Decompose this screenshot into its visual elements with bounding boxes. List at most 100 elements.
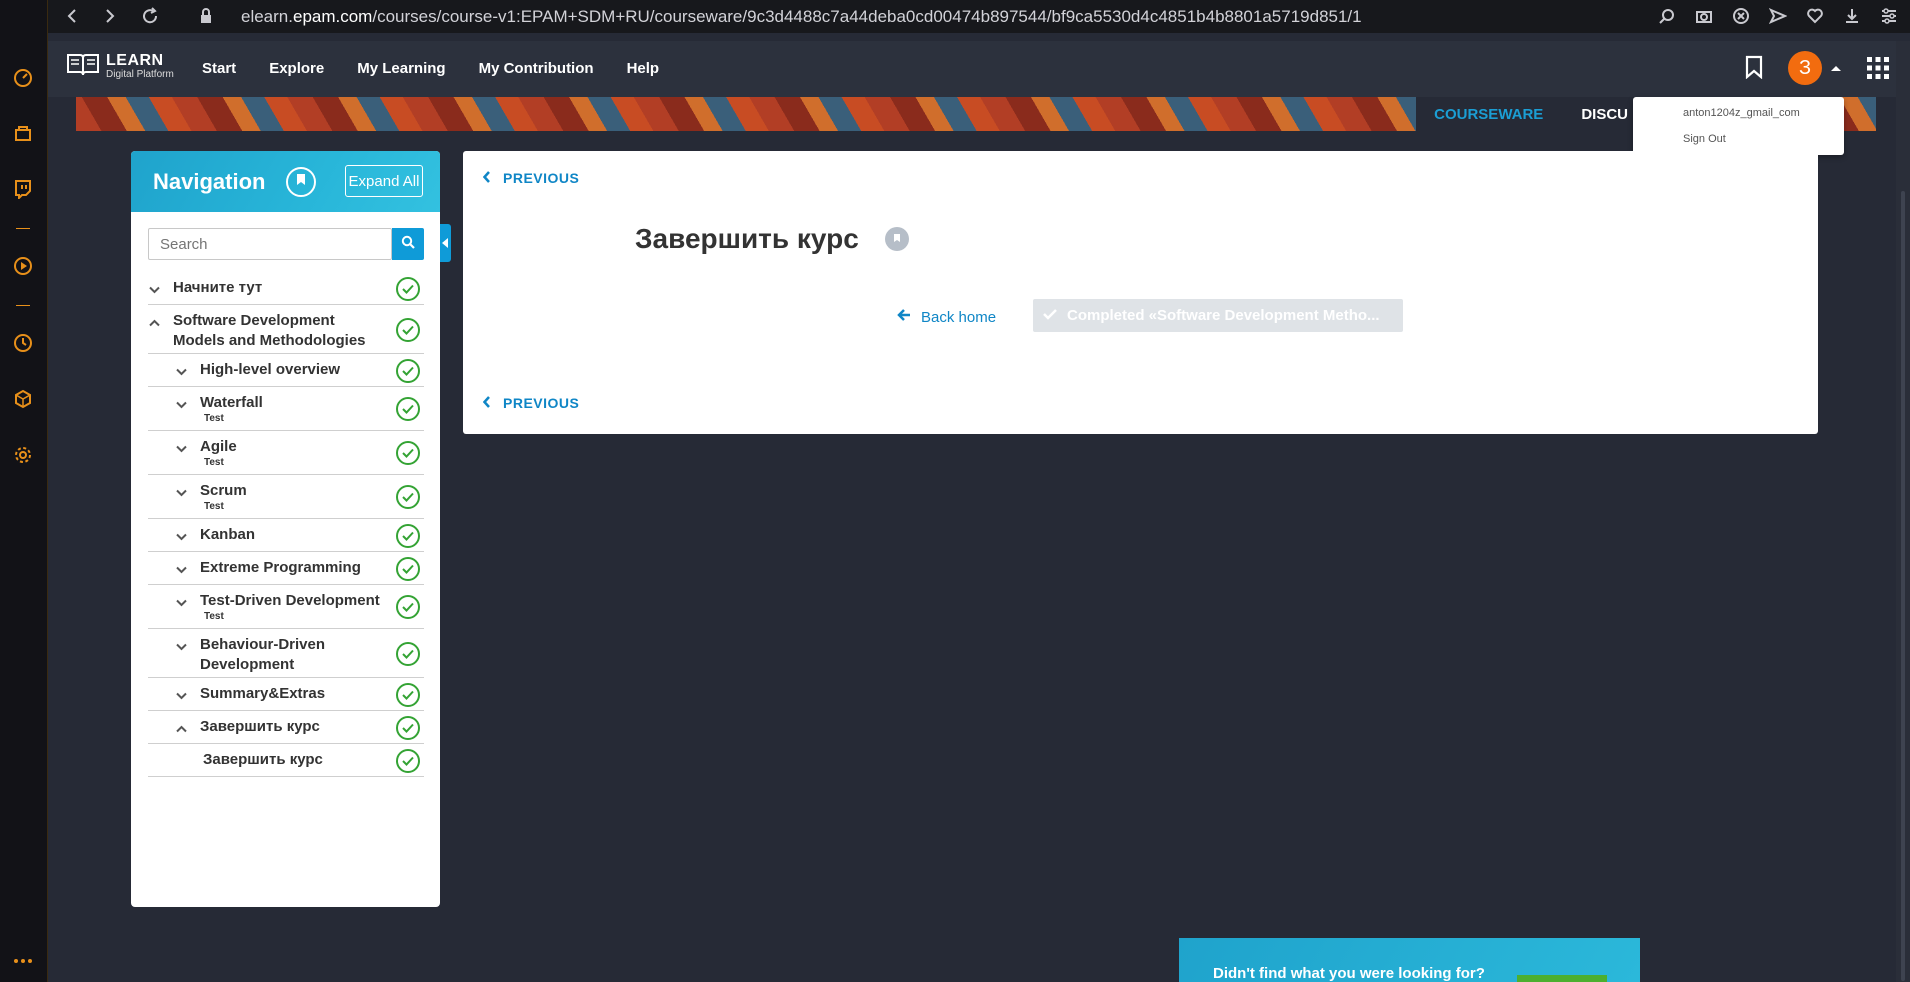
nav-item-label: Behaviour-Driven Development: [200, 636, 326, 673]
arrow-left-icon: [897, 308, 911, 326]
chevron-down-icon[interactable]: [175, 399, 187, 411]
chevron-down-icon[interactable]: [175, 641, 187, 653]
completed-check-icon: [396, 595, 420, 619]
heart-icon[interactable]: [1804, 5, 1826, 27]
logo-title: LEARN: [106, 52, 164, 69]
history-icon[interactable]: [12, 332, 34, 354]
search-icon: [401, 235, 415, 254]
chevron-down-icon[interactable]: [175, 366, 187, 378]
nav-my-learning[interactable]: My Learning: [357, 60, 445, 77]
logo-subtitle: Digital Platform: [106, 69, 174, 80]
url-text[interactable]: elearn.epam.com/courses/course-v1:EPAM+S…: [241, 7, 1362, 27]
address-bar: elearn.epam.com/courses/course-v1:EPAM+S…: [48, 0, 1910, 33]
nav-item[interactable]: Software Development Models and Methodol…: [148, 305, 424, 354]
nav-item[interactable]: Waterfall Test: [148, 387, 424, 431]
nav-item-sublabel: Test: [204, 413, 224, 424]
chevron-up-icon[interactable]: [148, 317, 160, 329]
sign-out-link[interactable]: Sign Out: [1683, 133, 1726, 145]
course-banner: COURSEWARE DISCU: [76, 97, 1876, 131]
twitch-icon[interactable]: [12, 178, 34, 200]
completed-check-icon: [396, 276, 420, 301]
camera-icon[interactable]: [1693, 5, 1715, 27]
nav-item[interactable]: Завершить курс: [148, 711, 424, 744]
download-icon[interactable]: [1841, 5, 1863, 27]
search-button[interactable]: [392, 228, 424, 260]
apps-grid-icon[interactable]: [1866, 56, 1890, 85]
rail-divider: [16, 305, 30, 306]
chevron-down-icon[interactable]: [148, 284, 160, 296]
scrollbar-thumb[interactable]: [1901, 191, 1905, 981]
nav-item-label: Summary&Extras: [200, 685, 326, 702]
easy-setup-icon[interactable]: [1878, 5, 1900, 27]
unit-bookmark-button[interactable]: [885, 227, 909, 251]
nav-my-contribution[interactable]: My Contribution: [479, 60, 594, 77]
shopping-icon[interactable]: [12, 122, 34, 144]
completed-check-icon: [396, 485, 420, 509]
extensions-icon[interactable]: [12, 388, 34, 410]
dropdown-email[interactable]: anton1204z_gmail_com: [1683, 107, 1800, 119]
bookmarks-icon[interactable]: [1745, 55, 1763, 84]
previous-button-top[interactable]: PREVIOUS: [482, 170, 579, 186]
forward-arrow-icon[interactable]: [100, 6, 120, 26]
nav-start[interactable]: Start: [202, 60, 236, 77]
completed-check-icon: [396, 441, 420, 465]
nav-explore[interactable]: Explore: [269, 60, 324, 77]
nav-item-label: Начните тут: [173, 279, 263, 296]
chevron-down-icon[interactable]: [175, 564, 187, 576]
chevron-down-icon[interactable]: [175, 487, 187, 499]
reload-icon[interactable]: [140, 6, 160, 26]
chevron-up-icon[interactable]: [175, 723, 187, 735]
chevron-down-icon[interactable]: [175, 443, 187, 455]
send-icon[interactable]: [1767, 5, 1789, 27]
bookmark-icon: [893, 230, 901, 248]
nav-item[interactable]: Kanban: [148, 519, 424, 552]
back-home-link[interactable]: Back home: [897, 308, 996, 326]
player-icon[interactable]: [12, 255, 34, 277]
chevron-down-icon[interactable]: [175, 690, 187, 702]
nav-item[interactable]: Начните тут: [148, 272, 424, 305]
chevron-down-icon[interactable]: [175, 531, 187, 543]
user-avatar[interactable]: З: [1788, 51, 1822, 85]
nav-item[interactable]: Behaviour-Driven Development: [148, 629, 424, 678]
bookmark-button[interactable]: [286, 167, 316, 197]
search-page-icon[interactable]: [1656, 5, 1678, 27]
block-icon[interactable]: [1730, 5, 1752, 27]
rail-divider: [16, 228, 30, 229]
nav-search: [148, 228, 424, 260]
completed-check-icon: [396, 358, 420, 383]
collapse-nav-handle[interactable]: [440, 224, 451, 262]
tab-courseware[interactable]: COURSEWARE: [1434, 106, 1543, 123]
completed-check-icon: [396, 682, 420, 707]
help-action-button[interactable]: [1517, 975, 1607, 982]
tab-discussion[interactable]: DISCU: [1581, 106, 1628, 123]
nav-item[interactable]: Test-Driven Development Test: [148, 585, 424, 629]
nav-item[interactable]: Summary&Extras: [148, 678, 424, 711]
navigation-panel: Navigation Expand All Начните тут Softwar…: [131, 151, 440, 907]
search-input[interactable]: [148, 228, 392, 260]
site-header: LEARN Digital Platform Start Explore My …: [48, 41, 1910, 97]
nav-item[interactable]: Завершить курс: [148, 744, 424, 777]
nav-item[interactable]: Scrum Test: [148, 475, 424, 519]
nav-item-label: Завершить курс: [200, 718, 320, 735]
chevron-down-icon[interactable]: [175, 597, 187, 609]
previous-button-bottom[interactable]: PREVIOUS: [482, 395, 579, 411]
page-title: Завершить курс: [635, 223, 859, 254]
expand-all-button[interactable]: Expand All: [345, 165, 423, 197]
nav-item[interactable]: Extreme Programming: [148, 552, 424, 585]
back-arrow-icon[interactable]: [62, 6, 82, 26]
url-path: /courses/course-v1:EPAM+SDM+RU/coursewar…: [372, 7, 1362, 26]
completed-check-icon: [396, 748, 420, 773]
page-scrollbar[interactable]: [1896, 41, 1910, 982]
completed-label: Completed «Software Development Metho...: [1067, 307, 1380, 324]
nav-item-label: Test-Driven Development: [200, 592, 380, 609]
site-logo[interactable]: LEARN Digital Platform: [66, 51, 174, 82]
settings-icon[interactable]: [12, 444, 34, 466]
more-icon[interactable]: [12, 950, 34, 972]
speed-dial-icon[interactable]: [12, 67, 34, 89]
caret-up-icon[interactable]: [1831, 66, 1841, 71]
nav-item[interactable]: Agile Test: [148, 431, 424, 475]
nav-item-sublabel: Test: [204, 611, 224, 622]
nav-help[interactable]: Help: [627, 60, 660, 77]
chevron-left-icon: [482, 170, 491, 186]
nav-item[interactable]: High-level overview: [148, 354, 424, 387]
